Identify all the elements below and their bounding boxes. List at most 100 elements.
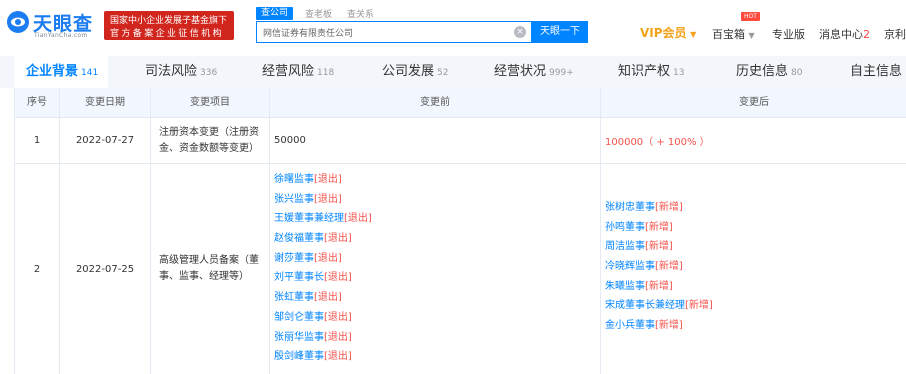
category-tabs: 企业背景 141 司法风险 336 经营风险 118 公司发展 52 经营状况 999+ … [0,56,906,88]
row-1-item-text: 注册资本变更（注册资金、资金数额等变更） [159,126,259,154]
tab-intellectual-property[interactable]: 知识产权 13 [618,56,684,88]
person-entry: 张树忠董事[新增] [605,198,713,218]
tab-judicial-risk[interactable]: 司法风险 336 [145,56,217,88]
person-entry: 孙鸣董事[新增] [605,218,713,238]
person-entry: 金小兵董事[新增] [605,316,713,336]
tab-business-status[interactable]: 经营状况 999+ [494,56,574,88]
row-2-date: 2022-07-25 [60,164,151,374]
clear-icon[interactable]: × [514,26,526,38]
row-2-item-text: 高级管理人员备案（董事、监事、经理等） [159,255,259,282]
logo[interactable]: 天眼查 TianYanCha.com [6,8,100,42]
row-2-after: 张树忠董事[新增] 孙鸣董事[新增] 周洁监事[新增] 冷晓辉监事[新增] 朱曦监事[新… [601,164,906,374]
search-tab-company[interactable]: 查公司 [256,7,294,20]
change-tag: [退出] [324,331,352,343]
change-records-table: 序号 变更日期 变更项目 变更前 变更后 1 2022-07-27 注册资本变更… [14,88,906,374]
message-center-link[interactable]: 消息中心2 [819,26,870,42]
person-name-link[interactable]: 邹剑仑董事 [274,312,324,323]
logo-subtext: TianYanCha.com [34,32,88,39]
person-name-link[interactable]: 宋成董事长兼经理 [605,300,685,311]
tab-count: 52 [437,68,449,78]
change-tag: [退出] [324,351,352,363]
header-index: 序号 [15,88,60,118]
vip-link[interactable]: VIP会员 ▼ [640,24,696,41]
search-button[interactable]: 天眼一下 [532,21,588,43]
official-banner[interactable]: 国家中小企业发展子基金旗下 官方备案企业征信机构 [104,11,234,40]
person-name-link[interactable]: 徐曙监事 [274,174,314,185]
pro-version-link[interactable]: 专业版 [772,26,805,42]
person-entry: 殷剑峰董事[退出] [274,347,372,367]
tab-count: 80 [791,68,803,78]
hot-badge: HOT [741,12,760,21]
search-tab-boss[interactable]: 查老板 [305,7,332,20]
person-entry: 邹剑仑董事[退出] [274,308,372,328]
person-name-link[interactable]: 张虹董事 [274,292,314,303]
row-2-index: 2 [15,164,60,374]
header-change-date: 变更日期 [60,88,151,118]
treasure-label: 百宝箱 [712,28,745,41]
tab-company-development[interactable]: 公司发展 52 [382,56,448,88]
person-name-link[interactable]: 赵俊福董事 [274,233,324,244]
change-tag: [退出] [324,233,352,245]
tab-operation-risk[interactable]: 经营风险 118 [262,56,334,88]
tab-history-info[interactable]: 历史信息 80 [736,56,802,88]
person-entry: 宋成董事长兼经理[新增] [605,296,713,316]
change-tag: [新增] [645,280,673,292]
search-input[interactable] [263,25,508,39]
person-name-link[interactable]: 张丽华监事 [274,332,324,343]
person-entry: 刘平董事长[退出] [274,268,372,288]
tab-label: 自主信息 [850,64,903,79]
tab-label: 历史信息 [736,64,789,79]
tab-company-background[interactable]: 企业背景 141 [14,56,108,88]
person-entry: 赵俊福董事[退出] [274,229,372,249]
change-tag: [新增] [685,300,713,312]
tab-count: 999+ [549,68,574,78]
change-tag: [退出] [314,252,342,264]
person-entry: 冷晓辉监事[新增] [605,257,713,277]
person-name-link[interactable]: 张树忠董事 [605,202,655,213]
row-1-index: 1 [15,118,60,164]
change-tag: [退出] [324,272,352,284]
message-count: 2 [863,28,870,41]
chevron-down-icon: ▼ [748,31,755,40]
person-name-link[interactable]: 朱曦监事 [605,281,645,292]
person-entry: 张虹董事[退出] [274,288,372,308]
person-entry: 王媛董事兼经理[退出] [274,209,372,229]
change-tag: [新增] [645,241,673,253]
change-tag: [退出] [314,292,342,304]
tab-count: 13 [673,68,685,78]
message-center-label: 消息中心 [819,28,863,41]
top-header: 天眼查 TianYanCha.com 国家中小企业发展子基金旗下 官方备案企业征… [0,0,906,50]
person-name-link[interactable]: 殷剑峰董事 [274,351,324,362]
treasure-box-link[interactable]: 百宝箱 ▼ [712,26,755,42]
change-tag: [新增] [645,221,673,233]
tab-label: 企业背景 [26,64,79,79]
chevron-down-icon: ▼ [690,30,697,39]
change-tag: [退出] [314,174,342,185]
person-name-link[interactable]: 金小兵董事 [605,320,655,331]
vip-label: VIP会员 [640,26,687,40]
tab-label: 司法风险 [145,64,198,79]
row-1-after: 100000（ + 100% ） [601,118,906,164]
person-name-link[interactable]: 孙鸣董事 [605,222,645,233]
person-name-link[interactable]: 谢莎董事 [274,253,314,264]
header-before: 变更前 [270,88,601,118]
person-name-link[interactable]: 冷晓辉监事 [605,261,655,272]
row-2-before: 徐曙监事[退出] 张兴监事[退出] 王媛董事兼经理[退出] 赵俊福董事[退出] 谢莎董事… [270,164,601,374]
row-2-item: 高级管理人员备案（董事、监事、经理等） [151,164,270,374]
header-change-item: 变更项目 [151,88,270,118]
tab-self-info[interactable]: 自主信息 [850,56,902,88]
search-tab-relation[interactable]: 查关系 [347,7,374,20]
tab-label: 知识产权 [618,64,671,79]
person-name-link[interactable]: 周洁监事 [605,241,645,252]
person-name-link[interactable]: 刘平董事长 [274,272,324,283]
tab-count: 141 [81,68,99,78]
after-person-list: 张树忠董事[新增] 孙鸣董事[新增] 周洁监事[新增] 冷晓辉监事[新增] 朱曦监事[新… [605,198,713,336]
person-name-link[interactable]: 张兴监事 [274,194,314,205]
user-menu[interactable]: 京利 [884,26,906,42]
tianyancha-logo-icon [7,11,29,33]
person-entry: 谢莎董事[退出] [274,249,372,269]
before-person-list: 徐曙监事[退出] 张兴监事[退出] 王媛董事兼经理[退出] 赵俊福董事[退出] 谢莎董事… [274,170,372,367]
change-tag: [退出] [344,213,372,225]
person-name-link[interactable]: 王媛董事兼经理 [274,213,344,224]
header-after: 变更后 [601,88,906,118]
